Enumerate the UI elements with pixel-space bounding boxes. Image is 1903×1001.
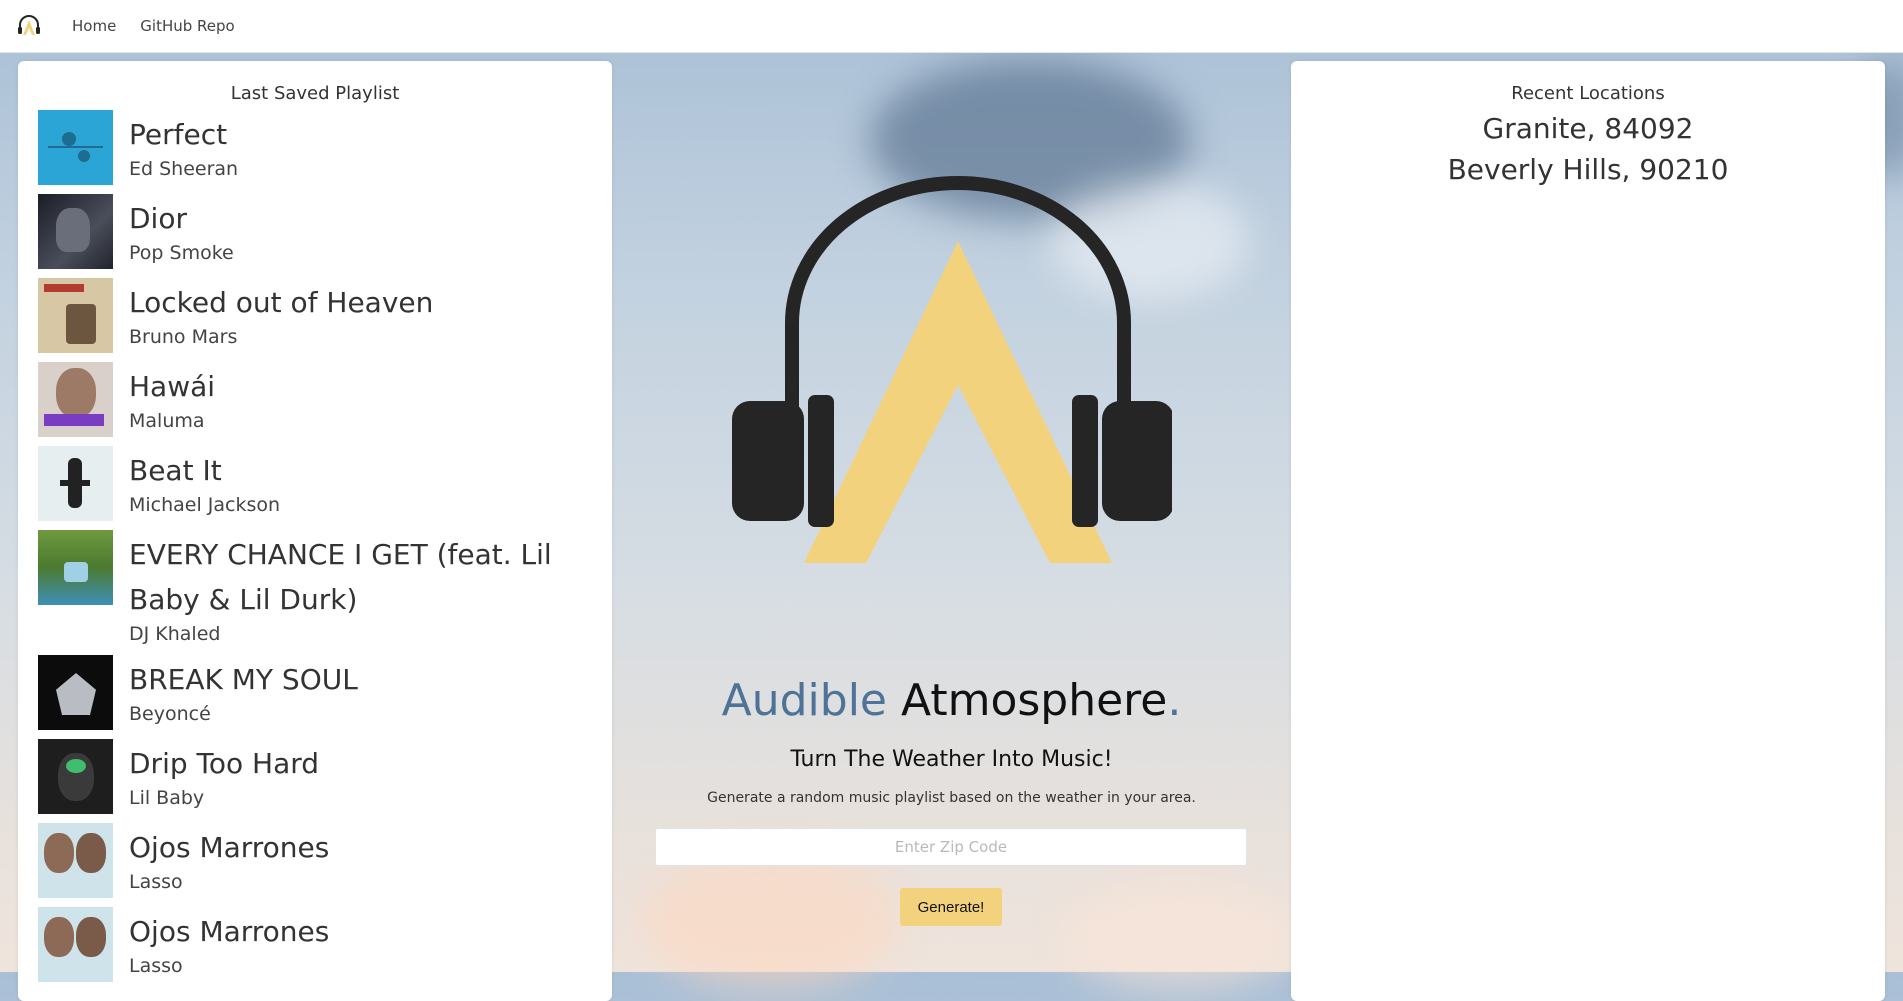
album-cover (38, 823, 113, 898)
headphones-logo-icon[interactable] (16, 13, 42, 39)
song-artist: Lasso (129, 871, 183, 893)
album-cover (38, 194, 113, 269)
album-cover (38, 907, 113, 982)
song-title: Hawái (129, 370, 216, 403)
location-item[interactable]: Beverly Hills, 90210 (1291, 149, 1885, 190)
hero-subtitle: Turn The Weather Into Music! (790, 747, 1113, 772)
playlist-title: Last Saved Playlist (230, 83, 400, 104)
song-artist: Michael Jackson (129, 494, 281, 516)
app-title-atmosphere: Atmosphere (901, 675, 1168, 726)
song-item[interactable]: Perfect Ed Sheeran (38, 110, 612, 185)
song-artist: Lasso (129, 955, 183, 977)
song-title: Dior (129, 202, 187, 235)
navbar: Home GitHub Repo (0, 0, 1903, 53)
app-title-dot: . (1167, 675, 1182, 726)
song-artist: Bruno Mars (129, 326, 238, 348)
headphones-logo-icon (732, 176, 1172, 563)
hero-section: Audible Atmosphere. Turn The Weather Int… (612, 53, 1291, 972)
song-title: Locked out of Heaven (129, 286, 434, 319)
album-cover (38, 446, 113, 521)
song-title: EVERY CHANCE I GET (feat. Lil Baby & Lil… (129, 538, 552, 616)
song-title: Beat It (129, 454, 222, 487)
song-item[interactable]: Locked out of Heaven Bruno Mars (38, 278, 612, 353)
album-cover (38, 655, 113, 730)
app-title: Audible Atmosphere. (612, 675, 1291, 726)
song-artist: Lil Baby (129, 787, 205, 809)
song-title: Drip Too Hard (129, 747, 320, 780)
album-cover (38, 739, 113, 814)
nav-link-home[interactable]: Home (72, 17, 116, 35)
song-item[interactable]: Drip Too Hard Lil Baby (38, 739, 612, 814)
locations-list: Granite, 84092 Beverly Hills, 90210 (1291, 108, 1885, 190)
song-item[interactable]: Beat It Michael Jackson (38, 446, 612, 521)
album-cover (38, 362, 113, 437)
song-artist: DJ Khaled (129, 623, 221, 645)
generate-button[interactable]: Generate! (900, 888, 1002, 926)
song-item[interactable]: BREAK MY SOUL Beyoncé (38, 655, 612, 730)
album-cover (38, 278, 113, 353)
song-artist: Pop Smoke (129, 242, 234, 264)
song-item[interactable]: Ojos Marrones Lasso (38, 823, 612, 898)
song-item[interactable]: Dior Pop Smoke (38, 194, 612, 269)
album-cover (38, 530, 113, 605)
song-artist: Maluma (129, 410, 205, 432)
app-title-audible: Audible (721, 675, 887, 726)
song-artist: Beyoncé (129, 703, 211, 725)
song-item[interactable]: EVERY CHANCE I GET (feat. Lil Baby & Lil… (38, 530, 612, 646)
album-cover (38, 110, 113, 185)
recent-locations-title: Recent Locations (1511, 83, 1665, 104)
song-list: Perfect Ed Sheeran Dior Pop Smoke Locked… (18, 110, 612, 982)
playlist-card: Last Saved Playlist Perfect Ed Sheeran D… (18, 61, 612, 1001)
nav-link-github-repo[interactable]: GitHub Repo (140, 17, 234, 35)
song-title: Ojos Marrones (129, 915, 330, 948)
recent-locations-card: Recent Locations Granite, 84092 Beverly … (1291, 61, 1885, 1001)
song-artist: Ed Sheeran (129, 158, 239, 180)
song-item[interactable]: Hawái Maluma (38, 362, 612, 437)
location-item[interactable]: Granite, 84092 (1291, 108, 1885, 149)
song-item[interactable]: Ojos Marrones Lasso (38, 907, 612, 982)
zip-code-input[interactable] (655, 828, 1247, 866)
song-title: BREAK MY SOUL (129, 663, 358, 696)
song-title: Perfect (129, 118, 228, 151)
song-title: Ojos Marrones (129, 831, 330, 864)
hero-description: Generate a random music playlist based o… (707, 790, 1196, 806)
